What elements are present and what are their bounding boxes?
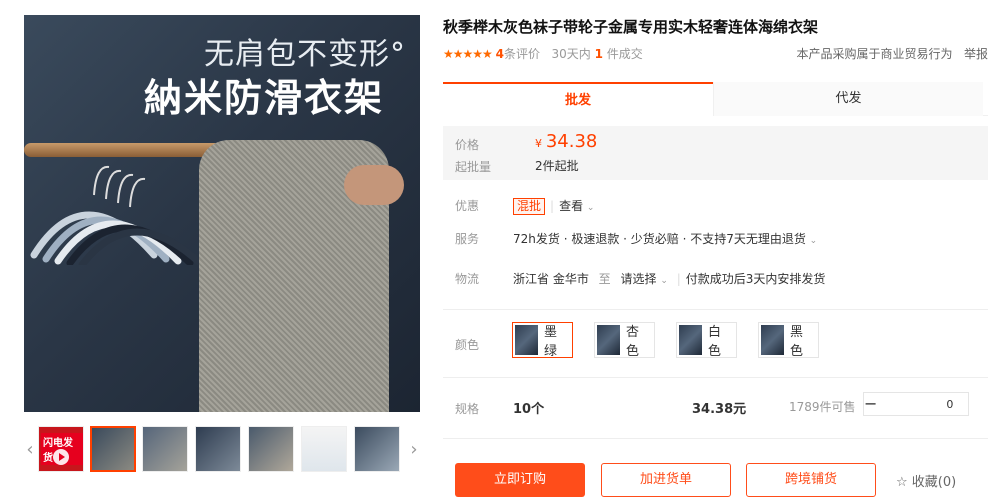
price-value: ¥ 34.38 (535, 131, 598, 152)
tab-wholesale[interactable]: 批发 (443, 82, 713, 116)
logistics-value: 浙江省 金华市 至 请选择 ⌄ | 付款成功后3天内安排发货 (513, 272, 826, 286)
add-to-cart-button[interactable]: 加进货单 (601, 463, 731, 497)
buy-now-button[interactable]: 立即订购 (455, 463, 585, 497)
thumb-2[interactable] (142, 426, 188, 472)
logistics-label: 物流 (455, 272, 480, 286)
sales-count: 1 (594, 47, 603, 61)
chevron-down-icon: ⌄ (586, 203, 595, 213)
image-hand (344, 165, 404, 205)
thumb-6[interactable] (354, 426, 400, 472)
price-label: 价格 (455, 138, 480, 152)
thumb-video[interactable]: 闪电发货 (38, 426, 84, 472)
service-text[interactable]: 72h发货 · 极速退款 · 少货必赔 · 不支持7天无理由退货 ⌄ (513, 230, 817, 247)
divider (443, 309, 988, 310)
destination-select[interactable]: 请选择 (621, 272, 657, 286)
color-option-dark-green[interactable]: 墨绿 (512, 322, 574, 359)
image-slogan-main: 納米防滑衣架 (144, 75, 385, 120)
sales-suffix: 件成交 (606, 47, 643, 61)
color-option-apricot[interactable]: 杏色 (594, 322, 656, 359)
color-label: 颜色 (455, 338, 480, 352)
report-link[interactable]: 举报 (964, 47, 988, 61)
spec-size: 10个 (513, 402, 545, 417)
minus-button[interactable]: − (864, 393, 877, 415)
tab-dropship[interactable]: 代发 (713, 82, 983, 116)
spec-label: 规格 (455, 402, 480, 416)
origin-text: 浙江省 金华市 (513, 272, 589, 286)
color-option-white[interactable]: 白色 (676, 322, 738, 359)
image-hangers (30, 165, 206, 265)
quantity-input[interactable] (877, 393, 998, 415)
thumb-3[interactable] (195, 426, 241, 472)
rating-count[interactable]: 4 (496, 47, 504, 61)
product-title: 秋季榉木灰色袜子带轮子金属专用实木轻奢连体海绵衣架 (443, 18, 819, 36)
spec-stock: 1789件可售 (789, 400, 856, 414)
service-label: 服务 (455, 232, 480, 246)
promo-view-link[interactable]: 查看 (559, 199, 583, 213)
trade-notice: 本产品采购属于商业贸易行为 举报 (796, 47, 988, 61)
moq-value: 2件起批 (535, 159, 579, 173)
color-option-black[interactable]: 黑色 (758, 322, 820, 359)
play-icon (53, 449, 69, 465)
mixed-batch-tag: 混批 (513, 198, 546, 215)
thumb-1[interactable] (90, 426, 136, 472)
cross-border-button[interactable]: 跨境铺货 (746, 463, 876, 497)
price-box: 价格 ¥ 34.38 起批量 2件起批 (443, 126, 988, 180)
thumb-5[interactable] (301, 426, 347, 472)
star-rating-icon: ★★★★★ (443, 47, 493, 61)
divider (443, 377, 988, 378)
thumb-prev-icon[interactable]: ‹ (24, 438, 36, 462)
thumb-4[interactable] (248, 426, 294, 472)
thumbnail-strip: ‹ 闪电发货 › (24, 426, 420, 474)
spec-price: 34.38元 (692, 402, 747, 417)
rating-label[interactable]: 条评价 (504, 47, 540, 61)
favorite-button[interactable]: ☆ 收藏(0) (896, 471, 956, 490)
chevron-down-icon: ⌄ (660, 276, 668, 286)
divider (443, 438, 988, 439)
chevron-down-icon: ⌄ (809, 236, 818, 246)
main-product-image[interactable]: 无肩包不变形° 納米防滑衣架 (24, 15, 420, 412)
purchase-tabs: 批发 代发 (443, 82, 988, 116)
promo-value: 混批 | 查看 ⌄ (513, 197, 594, 215)
sales-prefix: 30天内 (551, 47, 591, 61)
promo-label: 优惠 (455, 199, 480, 213)
rating-row: ★★★★★ 4条评价 30天内 1 件成交 本产品采购属于商业贸易行为 举报 (443, 45, 988, 63)
ship-note: 付款成功后3天内安排发货 (685, 272, 826, 286)
thumb-next-icon[interactable]: › (408, 438, 420, 462)
moq-label: 起批量 (455, 160, 492, 174)
quantity-stepper: − + (863, 392, 998, 416)
